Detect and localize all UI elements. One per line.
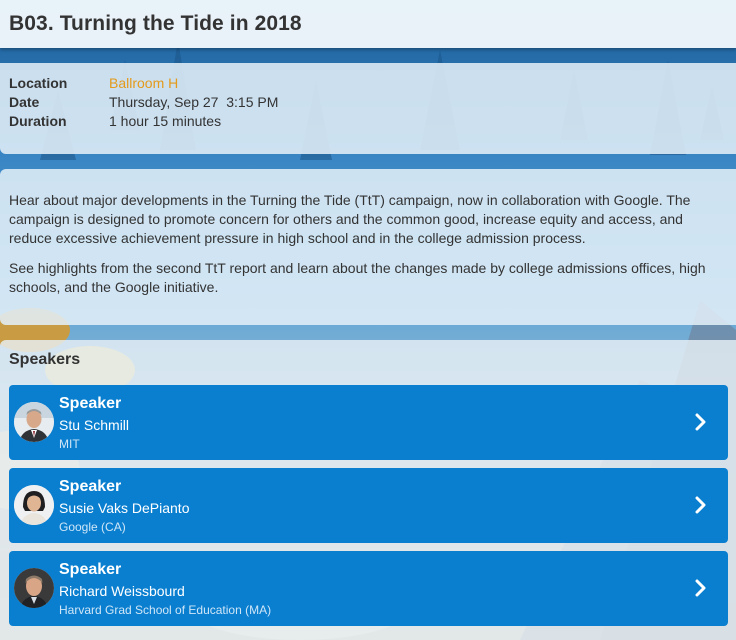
speaker-name: Richard Weissbourd <box>59 583 185 599</box>
session-info-panel: Location Ballroom H Date Thursday, Sep 2… <box>0 63 736 154</box>
speaker-card[interactable]: Speaker Susie Vaks DePianto Google (CA) <box>9 468 728 543</box>
speaker-name: Susie Vaks DePianto <box>59 500 190 516</box>
speakers-panel: Speakers Speaker Stu Schmill MIT Speaker… <box>0 340 736 640</box>
speaker-avatar <box>14 568 54 608</box>
speakers-heading: Speakers <box>9 351 81 368</box>
duration-label: Duration <box>9 113 67 129</box>
speaker-org: MIT <box>59 437 80 451</box>
location-label: Location <box>9 75 68 91</box>
chevron-right-icon <box>695 496 706 514</box>
description-paragraph: See highlights from the second TtT repor… <box>9 260 706 295</box>
speaker-role: Speaker <box>59 395 122 412</box>
speaker-card[interactable]: Speaker Richard Weissbourd Harvard Grad … <box>9 551 728 626</box>
speaker-role: Speaker <box>59 561 122 578</box>
location-link[interactable]: Ballroom H <box>109 75 178 91</box>
date-label: Date <box>9 94 40 110</box>
date-value: Thursday, Sep 27 3:15 PM <box>109 94 279 110</box>
speaker-card[interactable]: Speaker Stu Schmill MIT <box>9 385 728 460</box>
duration-value: 1 hour 15 minutes <box>109 113 222 129</box>
speaker-org: Harvard Grad School of Education (MA) <box>59 603 272 617</box>
speaker-org: Google (CA) <box>59 520 126 534</box>
description-paragraph: Hear about major developments in the Tur… <box>9 192 691 246</box>
speaker-avatar <box>14 485 54 525</box>
chevron-right-icon <box>695 579 706 597</box>
description-panel: Hear about major developments in the Tur… <box>0 169 736 325</box>
chevron-right-icon <box>695 413 706 431</box>
session-title: B03. Turning the Tide in 2018 <box>9 12 302 35</box>
title-bar: B03. Turning the Tide in 2018 <box>0 0 736 48</box>
speaker-name: Stu Schmill <box>59 417 130 433</box>
speaker-avatar <box>14 402 54 442</box>
speaker-role: Speaker <box>59 478 122 495</box>
